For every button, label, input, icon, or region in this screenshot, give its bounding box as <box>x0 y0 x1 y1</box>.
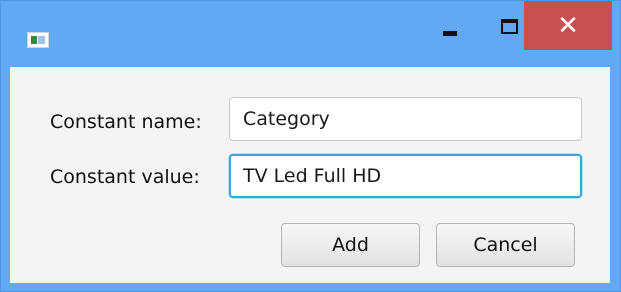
constant-value-field[interactable] <box>229 154 582 198</box>
close-button[interactable]: ✕ <box>524 1 612 50</box>
minimize-icon <box>443 30 457 36</box>
dialog-content: Constant name: Constant value: Add Cance… <box>10 67 610 283</box>
constant-name-label: Constant name: <box>50 111 202 133</box>
icon-part <box>38 36 45 44</box>
application-window-icon[interactable] <box>27 32 49 48</box>
constant-value-label: Constant value: <box>50 166 200 188</box>
close-icon: ✕ <box>557 10 579 41</box>
constant-name-field[interactable] <box>229 97 582 141</box>
add-button[interactable]: Add <box>281 223 420 267</box>
cancel-button[interactable]: Cancel <box>436 223 575 267</box>
maximize-icon <box>500 18 518 34</box>
icon-part <box>31 36 37 44</box>
title-bar[interactable]: ✕ <box>1 1 620 67</box>
minimize-button[interactable] <box>421 1 479 51</box>
dialog-window: ✕ Constant name: Constant value: Add Can… <box>0 0 621 292</box>
